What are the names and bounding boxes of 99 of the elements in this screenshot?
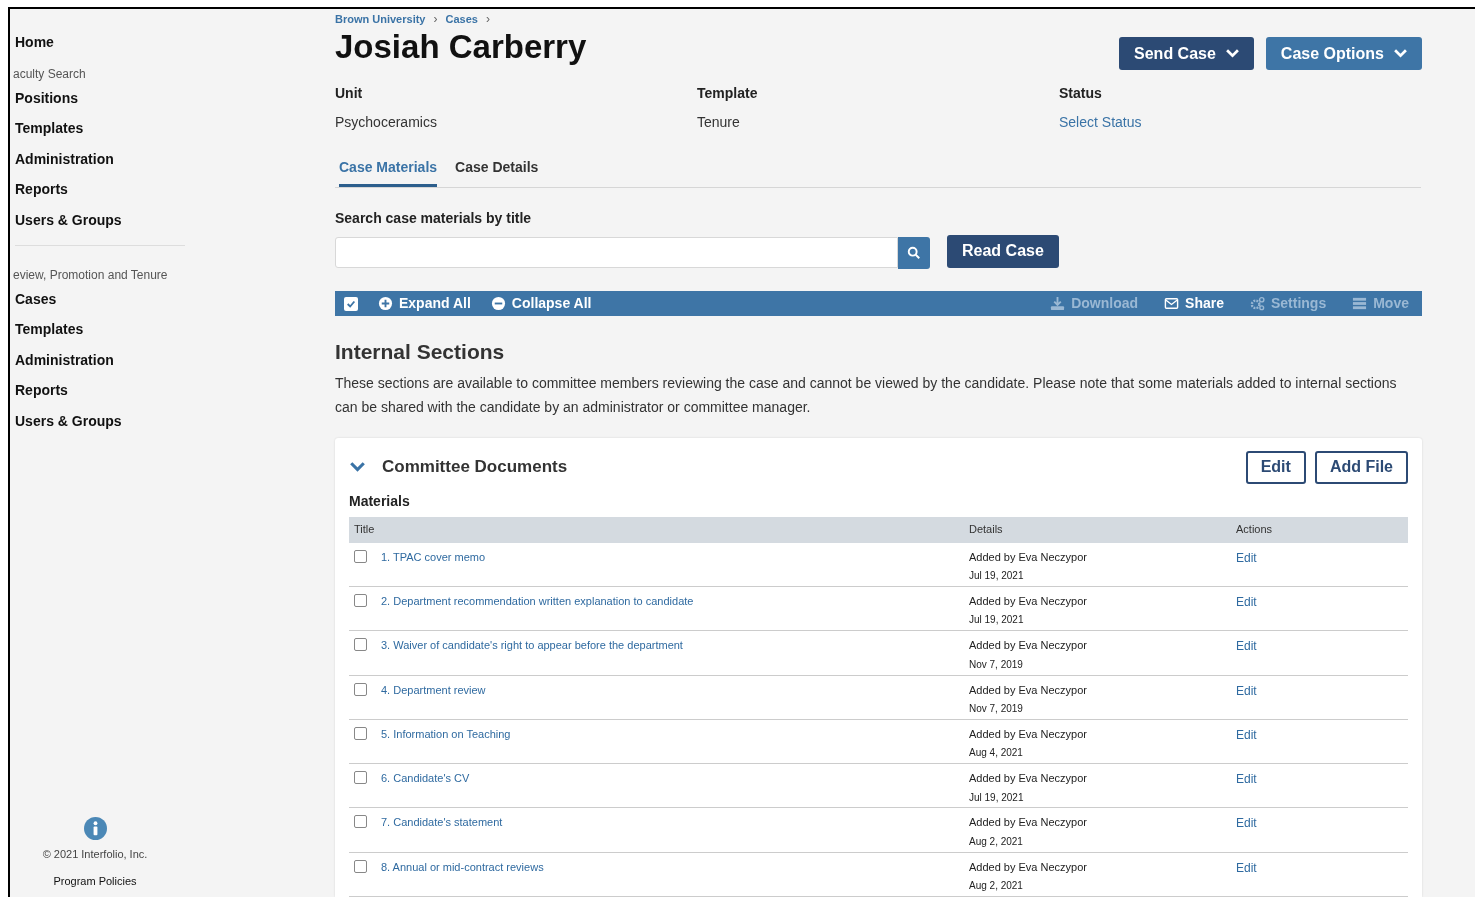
checkbox[interactable] — [354, 815, 367, 829]
list-icon — [1352, 296, 1368, 312]
chevron-down-icon — [1394, 49, 1407, 58]
edit-link[interactable]: Edit — [1236, 814, 1257, 833]
sidebar-item[interactable]: Cases — [15, 284, 57, 315]
check-icon — [346, 298, 356, 309]
column-header: Actions — [1236, 522, 1274, 538]
sidebar-section-heading: eview, Promotion and Tenure — [13, 267, 169, 285]
material-link[interactable]: 4. Department review — [381, 681, 486, 698]
outline-button[interactable]: Edit — [1245, 450, 1306, 484]
date-text: Jul 19, 2021 — [969, 790, 1025, 805]
sidebar-item[interactable]: Administration — [15, 144, 114, 175]
search-icon — [907, 246, 921, 260]
date-text: Jul 19, 2021 — [969, 569, 1025, 584]
breadcrumb-separator: › — [485, 11, 490, 28]
tab[interactable]: Case Materials — [339, 157, 438, 187]
edit-link[interactable]: Edit — [1236, 548, 1257, 567]
panel-title: Committee Documents — [382, 456, 568, 479]
dropdown-button[interactable]: Case Options — [1265, 37, 1422, 70]
field-label: Unit — [335, 84, 364, 103]
date-text: Aug 2, 2021 — [969, 834, 1024, 849]
edit-link[interactable]: Edit — [1236, 858, 1257, 877]
added-by-text: Added by Eva Neczypor — [969, 638, 1088, 654]
checkbox[interactable] — [354, 726, 367, 740]
added-by-text: Added by Eva Neczypor — [969, 815, 1088, 831]
field-value: Tenure — [697, 113, 741, 132]
dropdown-button[interactable]: Send Case — [1119, 37, 1254, 70]
edit-link[interactable]: Edit — [1236, 637, 1257, 656]
sidebar-section-heading: aculty Search — [13, 66, 87, 84]
material-link[interactable]: 8. Annual or mid-contract reviews — [381, 858, 544, 876]
breadcrumb-separator: › — [433, 11, 438, 28]
material-link[interactable]: 5. Information on Teaching — [381, 725, 511, 743]
search-label: Search case materials by title — [335, 209, 533, 228]
added-by-text: Added by Eva Neczypor — [969, 771, 1088, 787]
chevron-down-icon — [1225, 49, 1239, 58]
checkbox[interactable] — [354, 682, 367, 696]
checkbox[interactable] — [354, 593, 367, 607]
toolbar-button[interactable]: Collapse All — [490, 293, 592, 315]
checkbox[interactable] — [344, 296, 358, 311]
envelope-icon — [1164, 296, 1180, 312]
breadcrumb-link[interactable]: Cases — [445, 10, 478, 28]
status-link[interactable]: Select Status — [1059, 112, 1421, 133]
material-link[interactable]: 6. Candidate's CV — [381, 770, 470, 787]
edit-link[interactable]: Edit — [1236, 725, 1257, 744]
search-field[interactable] — [335, 237, 898, 268]
added-by-text: Added by Eva Neczypor — [969, 682, 1088, 698]
sidebar-item[interactable]: Administration — [15, 345, 114, 376]
materials-label: Materials — [349, 491, 411, 511]
sidebar-item[interactable]: Users & Groups — [15, 405, 122, 437]
date-text: Aug 2, 2021 — [969, 879, 1024, 894]
section-description: These sections are available to committee members reviewing the case and cannot be viewed by the candidate. Please note that some materials added to internal sections can be shared with the candidate by an administrator or committee manager. — [335, 373, 1398, 417]
added-by-text: Added by Eva Neczypor — [969, 726, 1088, 742]
policies-link[interactable]: Program Policies — [53, 872, 137, 889]
search-button[interactable] — [898, 237, 930, 269]
date-text: Nov 7, 2019 — [969, 702, 1024, 716]
tab[interactable]: Case Details — [455, 157, 539, 187]
download-icon — [1050, 296, 1066, 312]
sidebar-item[interactable]: Home — [15, 27, 54, 58]
material-link[interactable]: 1. TPAC cover memo — [381, 548, 486, 566]
sidebar-item[interactable]: Users & Groups — [15, 204, 122, 236]
sidebar-item[interactable]: Positions — [15, 83, 78, 114]
field-label: Template — [697, 84, 759, 103]
edit-link[interactable]: Edit — [1236, 592, 1257, 611]
column-header: Title — [354, 522, 376, 538]
column-header: Details — [969, 522, 1004, 538]
plus-circle-icon — [378, 296, 393, 312]
toolbar-button[interactable]: Share — [1164, 293, 1224, 315]
material-link[interactable]: 7. Candidate's statement — [381, 814, 503, 831]
info-icon[interactable] — [83, 817, 107, 840]
edit-link[interactable]: Edit — [1236, 681, 1257, 700]
breadcrumb-link[interactable]: Brown University — [335, 10, 426, 28]
material-link[interactable]: 2. Department recommendation written explanation to candidate — [381, 592, 694, 610]
added-by-text: Added by Eva Neczypor — [969, 593, 1088, 609]
toggle-icon[interactable] — [349, 462, 366, 473]
outline-button[interactable]: Add File — [1314, 450, 1408, 484]
field-label: Status — [1059, 84, 1103, 103]
sidebar-item[interactable]: Reports — [15, 375, 68, 406]
field-value: Psychoceramics — [335, 113, 438, 132]
page-title: Josiah Carberry — [335, 27, 587, 67]
gears-icon — [1249, 296, 1265, 312]
date-text: Jul 19, 2021 — [969, 613, 1025, 628]
checkbox[interactable] — [354, 549, 367, 563]
toolbar-button[interactable]: Expand All — [378, 293, 471, 315]
sidebar-item[interactable]: Reports — [15, 174, 68, 205]
checkbox[interactable] — [354, 638, 367, 652]
copyright-text: © 2021 Interfolio, Inc. — [42, 847, 148, 862]
date-text: Nov 7, 2019 — [969, 657, 1024, 672]
checkbox[interactable] — [354, 859, 367, 873]
checkbox[interactable] — [354, 771, 367, 785]
minus-circle-icon — [490, 296, 506, 312]
read-case-button[interactable]: Read Case — [947, 234, 1059, 268]
sidebar-item[interactable]: Templates — [15, 314, 84, 346]
section-heading: Internal Sections — [335, 339, 506, 366]
date-text: Aug 4, 2021 — [969, 746, 1024, 761]
edit-link[interactable]: Edit — [1236, 770, 1257, 789]
material-link[interactable]: 3. Waiver of candidate's right to appear before the department — [381, 637, 683, 654]
added-by-text: Added by Eva Neczypor — [969, 859, 1088, 875]
added-by-text: Added by Eva Neczypor — [969, 549, 1088, 565]
sidebar-item[interactable]: Templates — [15, 113, 84, 145]
